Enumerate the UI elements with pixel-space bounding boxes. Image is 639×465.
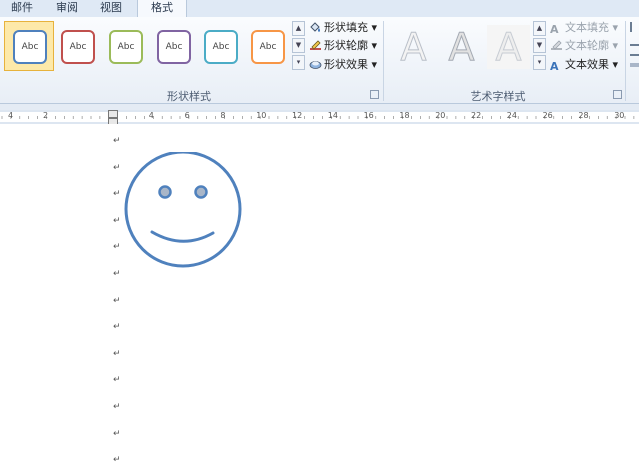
ribbon-tab-bar: 邮件 审阅 视图 格式 [0, 0, 639, 18]
wordart-sample-glyph: A [400, 25, 427, 70]
shape-effects-button[interactable]: 形状效果 ▾ [309, 57, 377, 73]
ruler-label: 20 [435, 111, 446, 120]
shape-outline-label: 形状轮廓 [324, 39, 368, 52]
first-line-indent-marker[interactable] [108, 110, 118, 118]
ruler-label: 26 [542, 111, 553, 120]
shape-fill-label: 形状填充 [324, 21, 368, 34]
ruler-label: 22 [471, 111, 482, 120]
ruler-label: 4 [8, 111, 14, 120]
paragraph-mark: ↵ [113, 402, 121, 412]
smiley-face-shape[interactable] [120, 152, 250, 272]
ruler-label: 10 [256, 111, 267, 120]
ruler-label: 28 [578, 111, 589, 120]
ruler-label: 16 [363, 111, 374, 120]
wordart-scroll-down-button[interactable]: ▼ [533, 38, 546, 53]
face-circle [124, 152, 242, 268]
left-eye [158, 185, 172, 199]
shape-style-swatch-green[interactable]: Abc [109, 30, 143, 64]
wordart-sample-glyph: A [495, 25, 522, 70]
ruler-label: 30 [614, 111, 625, 120]
shape-outline-button[interactable]: 形状轮廓 ▾ [309, 38, 377, 54]
tab-view[interactable]: 视图 [90, 0, 132, 17]
ruler-label: 8 [220, 111, 226, 120]
shape-styles-dialog-launcher[interactable] [370, 90, 379, 99]
tab-format[interactable]: 格式 [137, 0, 187, 17]
shape-style-swatch-aqua[interactable]: Abc [204, 30, 238, 64]
ruler-track: 4 2 24681012141618202224262830 [0, 111, 639, 122]
gallery-more-button[interactable]: ▾ [292, 55, 305, 70]
text-effects-button[interactable]: A 文本效果 ▾ [550, 57, 618, 73]
ruler-label: 14 [327, 111, 338, 120]
tab-review[interactable]: 审阅 [46, 0, 88, 17]
align-text-icon[interactable] [630, 44, 639, 56]
paragraph-mark: ↵ [113, 295, 121, 306]
shape-effects-label: 形状效果 [324, 58, 368, 71]
text-outline-icon [551, 40, 562, 50]
paragraph-mark: ↵ [113, 428, 121, 439]
wordart-sample-3[interactable]: A [487, 25, 530, 70]
wordart-styles-group-label: 艺术字样式 [470, 90, 526, 103]
paragraph-mark: ↵ [113, 375, 121, 386]
paragraph-mark: ↵ [113, 348, 121, 359]
shape-style-swatch-red[interactable]: Abc [61, 30, 95, 64]
ruler-label: 2 [43, 111, 49, 120]
ruler-label: 24 [506, 111, 517, 120]
pencil-outline-icon [310, 40, 321, 50]
ruler-label: 12 [292, 111, 303, 120]
mouth-curve [150, 230, 215, 243]
ruler-label: 4 [148, 111, 154, 120]
ruler-label: 18 [399, 111, 410, 120]
paint-bucket-icon [310, 22, 320, 32]
wordart-sample-glyph: A [448, 25, 475, 70]
wordart-styles-dialog-launcher[interactable] [613, 90, 622, 99]
horizontal-ruler[interactable]: 4 2 24681012141618202224262830 [0, 110, 639, 125]
shape-effects-icon [309, 61, 322, 69]
text-fill-icon: A [550, 23, 559, 36]
text-effects-label: 文本效果 [565, 58, 609, 71]
shape-fill-button[interactable]: 形状填充 ▾ [309, 20, 377, 36]
ruler-label: 6 [184, 111, 190, 120]
shape-style-swatch-blue[interactable]: Abc [13, 30, 47, 64]
tab-mailings[interactable]: 邮件 [0, 0, 44, 17]
wordart-scroll-up-button[interactable]: ▲ [533, 21, 546, 36]
document-page[interactable]: ↵ ↵ ↵ ↵ ↵ ↵ ↵ ↵ ↵ ↵ ↵ ↵ ↵ [0, 124, 639, 465]
group-separator [625, 21, 626, 101]
gallery-scroll-down-button[interactable]: ▼ [292, 38, 305, 53]
wordart-more-button[interactable]: ▾ [533, 55, 546, 70]
wordart-sample-1[interactable]: A [392, 25, 435, 70]
shape-style-swatch-purple[interactable]: Abc [157, 30, 191, 64]
text-outline-label: 文本轮廓 [565, 39, 609, 52]
paragraph-mark: ↵ [113, 322, 121, 333]
create-link-icon[interactable] [630, 63, 639, 67]
right-eye [194, 185, 208, 199]
text-effects-icon: A [550, 60, 559, 73]
ribbon: Abc Abc Abc Abc Abc Abc ▲ ▼ ▾ 形状填充 ▾ 形状轮… [0, 17, 639, 104]
paragraph-mark: ↵ [113, 136, 121, 146]
shape-style-swatch-orange[interactable]: Abc [251, 30, 285, 64]
shape-styles-group-label: 形状样式 [167, 90, 211, 103]
text-fill-label: 文本填充 [565, 21, 609, 34]
wordart-sample-2[interactable]: A [440, 25, 483, 70]
gallery-scroll-up-button[interactable]: ▲ [292, 21, 305, 36]
text-outline-button[interactable]: 文本轮廓 ▾ [550, 38, 618, 54]
text-fill-button[interactable]: A 文本填充 ▾ [550, 20, 618, 36]
text-direction-icon[interactable] [630, 22, 639, 32]
